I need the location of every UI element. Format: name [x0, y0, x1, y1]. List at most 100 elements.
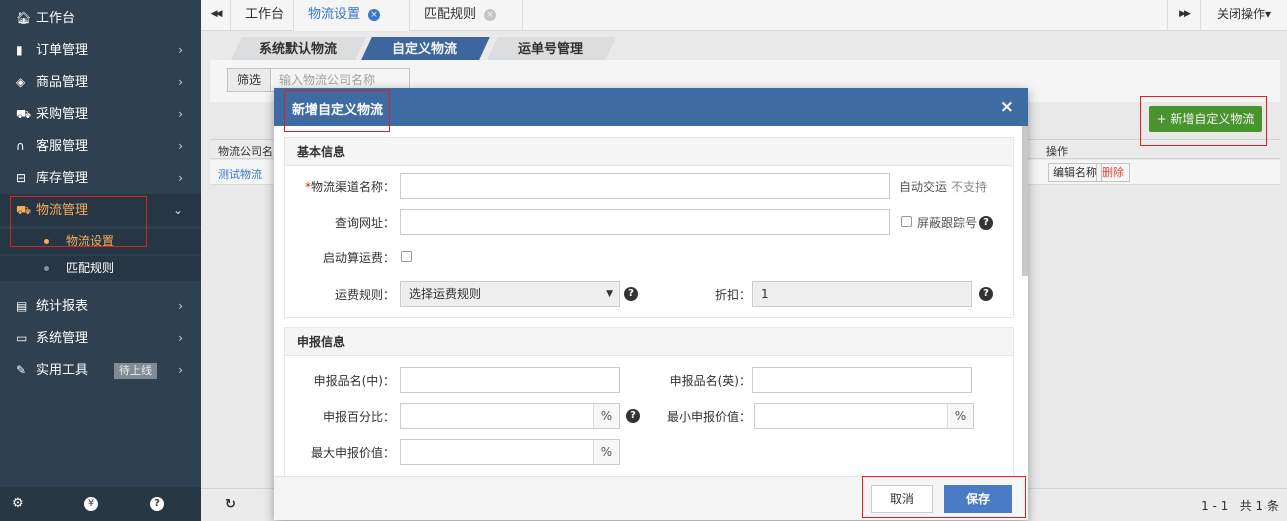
discount-input[interactable]: 1 [752, 281, 972, 307]
pagination-info: 1 - 1 共 1 条 [1201, 499, 1279, 513]
clipboard-icon: ▮ [16, 43, 23, 57]
select-value: 选择运费规则 [409, 287, 482, 301]
calc-freight-checkbox[interactable] [401, 251, 412, 262]
add-logistics-dialog: 新增自定义物流 × 基本信息 *物流渠道名称： 自动交运 不支持 查询网址： 屏… [274, 88, 1028, 520]
section-title: 申报信息 [285, 328, 1013, 356]
refresh-icon[interactable]: ↻ [225, 497, 236, 512]
close-icon[interactable]: × [1000, 97, 1014, 117]
sidebar-item-label: 工作台 [36, 11, 76, 26]
declare-name-cn-input[interactable] [400, 367, 620, 393]
truck-icon: ⛟ [16, 203, 32, 217]
sidebar-item[interactable]: ⊟ 库存管理 › [0, 162, 201, 194]
sidebar-item[interactable]: ◈ 商品管理 › [0, 66, 201, 98]
bullet-icon [44, 266, 49, 271]
delete-button[interactable]: 删除 [1096, 163, 1130, 182]
sidebar-item-label: 订单管理 [36, 43, 89, 58]
tab-logistics-settings[interactable]: 物流设置 × [294, 0, 410, 31]
sidebar-item-label: 客服管理 [36, 139, 89, 154]
sidebar-subitem[interactable]: 物流设置 [0, 229, 201, 254]
query-url-input[interactable] [400, 209, 890, 235]
sidebar-item[interactable]: ▮ 订单管理 › [0, 34, 201, 66]
channel-label: *物流渠道名称： [305, 178, 395, 195]
tab-label: 工作台 [245, 7, 285, 22]
filter-label: 筛选 [227, 68, 271, 92]
freight-rule-select[interactable]: 选择运费规则 ▼ [400, 281, 620, 307]
max-declare-input[interactable]: % [400, 439, 620, 465]
dialog-title: 新增自定义物流 [292, 103, 384, 118]
sidebar-item[interactable]: ⛟ 物流管理 ⌄ [0, 194, 201, 226]
declare-name-cn-label: 申报品名(中)： [313, 374, 395, 388]
yen-icon[interactable]: ¥ [84, 497, 98, 511]
dialog-header: 新增自定义物流 × [274, 88, 1028, 126]
subtab-label: 运单号管理 [518, 42, 584, 57]
chevron-icon: › [178, 75, 183, 89]
chevron-icon: › [178, 299, 183, 313]
bullet-icon [44, 239, 49, 244]
sidebar-subitem-label: 匹配规则 [66, 261, 115, 275]
declare-info-section: 申报信息 申报品名(中)： 申报品名(英)： 申报百分比： % ? 最小申报价值… [284, 327, 1014, 477]
tab-forward-icon[interactable]: ▶▶ [1167, 0, 1201, 31]
declare-percent-input[interactable]: % [400, 403, 620, 429]
scrollbar-thumb[interactable] [1022, 126, 1028, 276]
help-icon[interactable]: ? [979, 287, 993, 301]
section-title: 基本信息 [285, 138, 1013, 166]
calc-freight-label: 启动算运费： [322, 251, 395, 265]
edit-name-button[interactable]: 编辑名称 [1048, 163, 1102, 182]
sidebar-item[interactable]: ⛟ 采购管理 › [0, 98, 201, 130]
sidebar-item[interactable]: ▤ 统计报表 › [0, 290, 201, 322]
subtab-custom[interactable]: 自定义物流 [360, 37, 490, 62]
sidebar-item[interactable]: ∩ 客服管理 › [0, 130, 201, 162]
tab-bar: ◀◀ 工作台 物流设置 × 匹配规则 × ▶▶ 关闭操作▾ [201, 0, 1287, 31]
sidebar-item[interactable]: 🏠︎ 工作台 [0, 2, 201, 34]
tab-match-rules[interactable]: 匹配规则 × [410, 0, 523, 31]
add-custom-logistics-button[interactable]: + 新增自定义物流 [1149, 106, 1262, 132]
channel-name-input[interactable] [400, 173, 890, 199]
hide-tracking-checkbox[interactable] [901, 216, 912, 227]
subtab-label: 自定义物流 [392, 42, 458, 57]
company-link[interactable]: 测试物流 [218, 166, 262, 182]
home-icon: 🏠︎ [16, 11, 32, 25]
subtab-label: 系统默认物流 [258, 42, 337, 57]
tab-label: 物流设置 [308, 7, 361, 22]
help-icon[interactable]: ? [150, 497, 164, 511]
chevron-icon: › [178, 107, 183, 121]
close-tab-icon[interactable]: × [484, 8, 497, 21]
inbox-icon: ⊟ [16, 171, 27, 185]
tab-label: 匹配规则 [424, 7, 477, 22]
discount-label: 折扣： [714, 288, 751, 302]
help-icon[interactable]: ? [626, 409, 640, 423]
sidebar-subitem[interactable]: 匹配规则 [0, 256, 201, 281]
help-icon[interactable]: ? [979, 216, 993, 230]
declare-percent-label: 申报百分比： [322, 410, 395, 424]
not-supported-text: 不支持 [951, 180, 988, 194]
settings-icon[interactable]: ⚙ [12, 496, 24, 511]
chevron-icon: › [178, 139, 183, 153]
close-operations-dropdown[interactable]: 关闭操作▾ [1201, 0, 1287, 31]
status-badge: 待上线 [114, 362, 158, 379]
cart-icon: ⛟ [16, 107, 32, 121]
declare-name-en-input[interactable] [752, 367, 972, 393]
tab-workbench[interactable]: 工作台 [231, 0, 294, 31]
cube-icon: ◈ [16, 75, 26, 89]
column-operations: 操作 [1046, 145, 1068, 158]
sidebar-item[interactable]: ✎ 实用工具 待上线 › [0, 354, 201, 386]
hide-tracking-label: 屏蔽跟踪号 [917, 216, 978, 230]
sidebar-item[interactable]: ▭ 系统管理 › [0, 322, 201, 354]
percent-unit: % [947, 404, 973, 428]
subtab-tracking-numbers[interactable]: 运单号管理 [486, 37, 616, 62]
sidebar-item-label: 采购管理 [36, 107, 89, 122]
help-icon[interactable]: ? [624, 287, 638, 301]
min-declare-input[interactable]: % [754, 403, 974, 429]
subtab-system-default[interactable]: 系统默认物流 [230, 37, 366, 62]
monitor-icon: ▭ [16, 331, 28, 345]
percent-unit: % [593, 404, 619, 428]
dropdown-arrow-icon: ▼ [606, 289, 613, 299]
close-tab-icon[interactable]: × [368, 8, 381, 21]
chevron-icon: › [178, 363, 183, 377]
auto-deliver-label: 自动交运 [899, 180, 948, 194]
cancel-button[interactable]: 取消 [871, 485, 933, 513]
headset-icon: ∩ [16, 139, 25, 153]
dialog-footer: 取消 保存 [274, 476, 1028, 520]
tab-back-icon[interactable]: ◀◀ [201, 0, 231, 31]
save-button[interactable]: 保存 [944, 485, 1012, 513]
